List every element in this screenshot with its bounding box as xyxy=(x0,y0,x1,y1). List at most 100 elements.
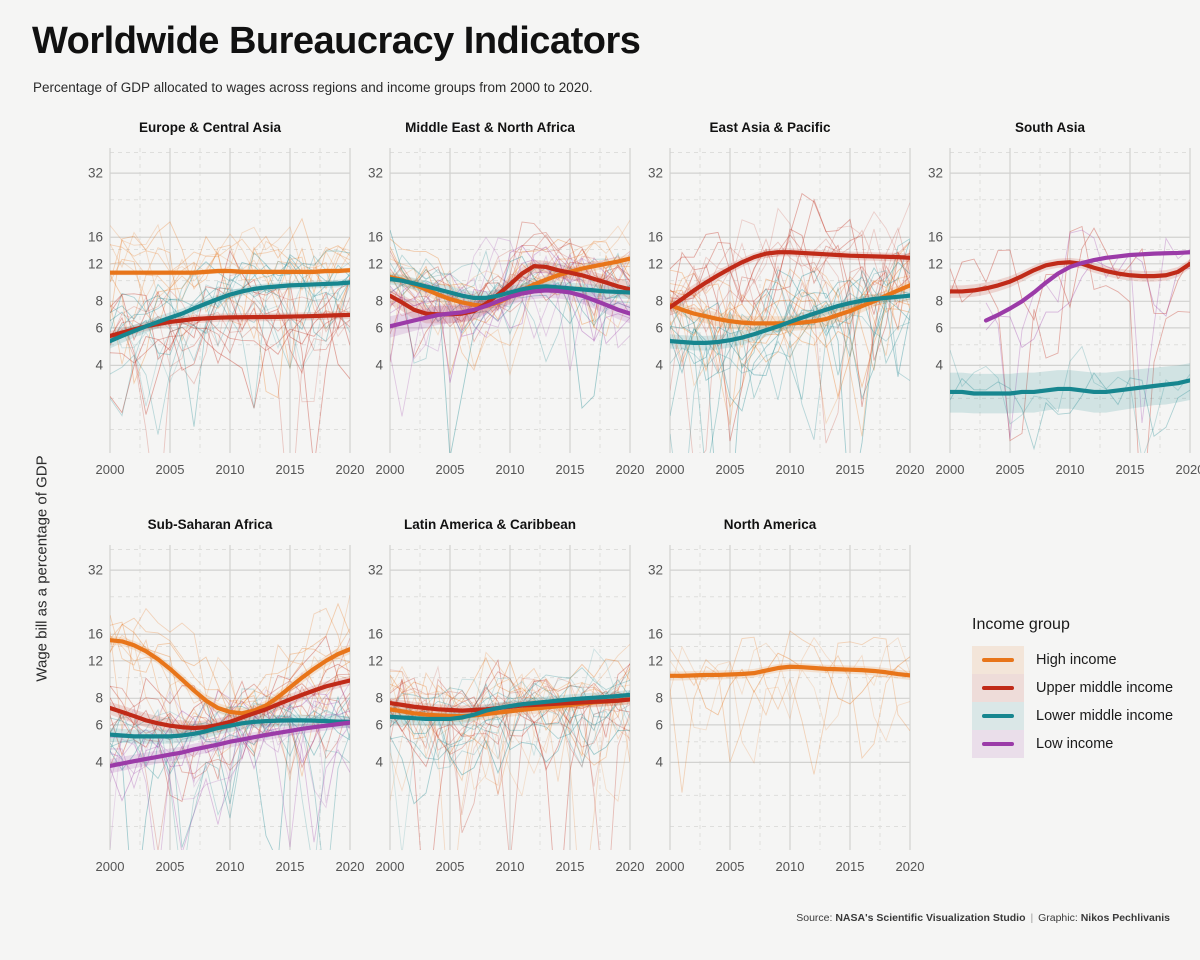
y-axis-tick: 4 xyxy=(655,357,663,373)
legend-items: High income Upper middle income Lower midd… xyxy=(972,646,1173,758)
x-axis-tick: 2015 xyxy=(835,859,865,874)
y-axis-tick: 6 xyxy=(95,717,103,733)
y-axis-tick: 12 xyxy=(647,653,663,669)
x-axis-tick: 2000 xyxy=(375,859,405,874)
y-axis-tick: 16 xyxy=(87,229,103,245)
y-axis-tick: 8 xyxy=(655,293,663,309)
page-subtitle: Percentage of GDP allocated to wages acr… xyxy=(33,80,593,95)
facet-panel: Sub-Saharan Africa 4 6 8 12 16 32 2000 2005 2010 2… xyxy=(70,517,364,892)
x-axis-tick: 2005 xyxy=(995,462,1025,477)
legend: Income group High income Upper middle inc… xyxy=(972,616,1173,758)
source-value: NASA's Scientific Visualization Studio xyxy=(835,912,1026,924)
legend-item[interactable]: High income xyxy=(972,646,1173,674)
y-axis-tick: 12 xyxy=(647,256,663,272)
y-axis-tick: 12 xyxy=(87,256,103,272)
facet-panel: South Asia 4 6 8 12 16 32 2000 2005 2010 2015 2020 xyxy=(910,120,1200,495)
legend-item[interactable]: Low income xyxy=(972,730,1173,758)
y-axis-tick: 4 xyxy=(375,357,383,373)
footer-credits: Source: NASA's Scientific Visualization … xyxy=(796,912,1170,924)
x-axis-tick: 2010 xyxy=(495,462,525,477)
legend-item[interactable]: Lower middle income xyxy=(972,702,1173,730)
facet-panel: Latin America & Caribbean 4 6 8 12 16 32 2000 20… xyxy=(350,517,644,892)
plot-area: 46812163220002005201020152020 xyxy=(88,545,364,874)
y-axis-tick: 32 xyxy=(927,165,943,181)
y-axis-tick: 8 xyxy=(935,293,943,309)
y-axis-tick: 32 xyxy=(367,562,383,578)
graphic-label: Graphic: xyxy=(1038,912,1078,924)
legend-swatch xyxy=(982,658,1014,662)
plot-svg xyxy=(389,545,631,850)
plot-area: 46812163220002005201020152020 xyxy=(648,148,924,477)
y-axis-tick: 6 xyxy=(95,320,103,336)
y-axis-tick: 8 xyxy=(375,690,383,706)
y-axis-tick: 4 xyxy=(95,357,103,373)
y-axis-tick: 8 xyxy=(95,293,103,309)
graphic-value: Nikos Pechlivanis xyxy=(1080,912,1170,924)
facet-panel: East Asia & Pacific 4 6 8 12 16 32 2000 2005 2010… xyxy=(630,120,924,495)
x-axis-tick: 2000 xyxy=(375,462,405,477)
y-axis-tick: 32 xyxy=(367,165,383,181)
plot-svg xyxy=(109,545,351,850)
x-axis-tick: 2010 xyxy=(215,462,245,477)
y-axis-label: Wage bill as a percentage of GDP xyxy=(33,455,51,682)
y-axis-tick: 4 xyxy=(935,357,943,373)
plot-svg xyxy=(669,148,911,453)
x-axis-tick: 2015 xyxy=(555,859,585,874)
y-axis-tick: 32 xyxy=(647,562,663,578)
legend-swatch xyxy=(982,742,1014,746)
legend-label: Upper middle income xyxy=(1036,680,1174,696)
x-axis-tick: 2020 xyxy=(1175,462,1200,477)
legend-label: Lower middle income xyxy=(1036,708,1174,724)
legend-label: Low income xyxy=(1036,736,1114,752)
legend-key-background xyxy=(972,674,1024,702)
y-axis-tick: 6 xyxy=(655,717,663,733)
y-axis-tick: 8 xyxy=(375,293,383,309)
y-axis-tick: 16 xyxy=(927,229,943,245)
y-axis-tick: 12 xyxy=(367,256,383,272)
legend-item[interactable]: Upper middle income xyxy=(972,674,1173,702)
legend-label: High income xyxy=(1036,652,1117,668)
y-axis-tick: 4 xyxy=(375,754,383,770)
x-axis-tick: 2005 xyxy=(715,462,745,477)
legend-title: Income group xyxy=(972,616,1070,633)
y-axis-tick: 6 xyxy=(375,717,383,733)
plot-svg xyxy=(669,545,911,850)
y-axis-tick: 32 xyxy=(87,165,103,181)
plot-svg xyxy=(109,148,351,453)
plot-area: 46812163220002005201020152020 xyxy=(88,148,364,477)
x-axis-tick: 2000 xyxy=(95,859,125,874)
y-axis-tick: 16 xyxy=(647,229,663,245)
page-title: Worldwide Bureaucracy Indicators xyxy=(32,20,641,62)
x-axis-tick: 2005 xyxy=(435,859,465,874)
legend-swatch xyxy=(982,686,1014,690)
legend-key-background xyxy=(972,730,1024,758)
x-axis-tick: 2015 xyxy=(275,859,305,874)
x-axis-tick: 2005 xyxy=(155,859,185,874)
legend-key-background xyxy=(972,702,1024,730)
x-axis-tick: 2010 xyxy=(1055,462,1085,477)
footer-separator: | xyxy=(1030,912,1034,924)
x-axis-tick: 2005 xyxy=(155,462,185,477)
x-axis-tick: 2020 xyxy=(895,859,925,874)
x-axis-tick: 2010 xyxy=(215,859,245,874)
facet-title: Middle East & North Africa xyxy=(405,120,575,135)
y-axis-tick: 4 xyxy=(655,754,663,770)
y-axis-tick: 16 xyxy=(367,626,383,642)
facet-panel: Europe & Central Asia 4 6 8 12 16 32 2000 2005 20… xyxy=(70,120,364,495)
facet-title: East Asia & Pacific xyxy=(709,120,831,135)
x-axis-tick: 2005 xyxy=(435,462,465,477)
facet-panel: Middle East & North Africa 4 6 8 12 16 32 2000 2… xyxy=(350,120,644,495)
x-axis-tick: 2015 xyxy=(835,462,865,477)
x-axis-tick: 2000 xyxy=(655,462,685,477)
x-axis-tick: 2005 xyxy=(715,859,745,874)
y-axis-tick: 8 xyxy=(95,690,103,706)
x-axis-tick: 2000 xyxy=(95,462,125,477)
facet-title: Latin America & Caribbean xyxy=(403,517,577,532)
source-label: Source: xyxy=(796,912,833,924)
legend-key-background xyxy=(972,646,1024,674)
plot-area: 46812163220002005201020152020 xyxy=(368,148,644,477)
facet-title: South Asia xyxy=(1014,120,1085,135)
y-axis-tick: 16 xyxy=(367,229,383,245)
y-axis-tick: 4 xyxy=(95,754,103,770)
x-axis-tick: 2015 xyxy=(1115,462,1145,477)
